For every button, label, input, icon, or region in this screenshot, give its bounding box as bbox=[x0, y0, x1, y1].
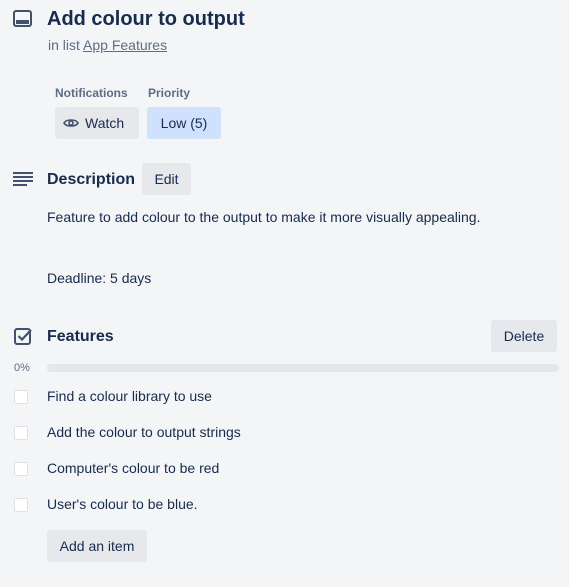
checklist-item-label[interactable]: Find a colour library to use bbox=[47, 387, 212, 405]
add-item-button[interactable]: Add an item bbox=[47, 530, 147, 562]
card-icon bbox=[13, 10, 32, 27]
description-lines-icon bbox=[13, 172, 33, 186]
progress-bar bbox=[47, 364, 559, 372]
add-item-label: Add an item bbox=[59, 538, 135, 554]
checklist-item-label[interactable]: Add the colour to output strings bbox=[47, 423, 241, 441]
progress-percent: 0% bbox=[14, 362, 30, 374]
checklist-title: Features bbox=[47, 328, 114, 345]
checklist-item-label[interactable]: Computer's colour to be red bbox=[47, 459, 219, 477]
checklist-item-checkbox[interactable] bbox=[14, 498, 28, 512]
description-paragraph: Feature to add colour to the output to m… bbox=[47, 209, 481, 225]
card-list-info: in list App Features bbox=[48, 36, 167, 54]
card-detail-panel: Add colour to output in list App Feature… bbox=[0, 0, 569, 587]
checklist-item-checkbox[interactable] bbox=[14, 426, 28, 440]
delete-checklist-button[interactable]: Delete bbox=[491, 320, 557, 352]
watch-button[interactable]: Watch bbox=[55, 107, 139, 139]
checklist-item-checkbox[interactable] bbox=[14, 462, 28, 476]
checkbox-checked-icon bbox=[14, 328, 32, 345]
eye-icon bbox=[63, 119, 79, 127]
priority-label: Low (5) bbox=[160, 115, 208, 131]
card-title[interactable]: Add colour to output bbox=[47, 6, 245, 32]
edit-description-button[interactable]: Edit bbox=[142, 163, 191, 195]
description-title: Description bbox=[47, 171, 136, 188]
notifications-heading: Notifications bbox=[55, 86, 128, 100]
priority-heading: Priority bbox=[148, 86, 191, 100]
checklist-item-label[interactable]: User's colour to be blue. bbox=[47, 495, 198, 513]
checklist-item-checkbox[interactable] bbox=[14, 390, 28, 404]
edit-label: Edit bbox=[154, 171, 179, 187]
priority-button[interactable]: Low (5) bbox=[147, 107, 221, 139]
description-deadline: Deadline: 5 days bbox=[47, 270, 152, 286]
list-link[interactable]: App Features bbox=[83, 37, 167, 53]
in-list-prefix: in list bbox=[48, 37, 80, 53]
delete-label: Delete bbox=[503, 328, 545, 344]
watch-label: Watch bbox=[85, 115, 125, 131]
